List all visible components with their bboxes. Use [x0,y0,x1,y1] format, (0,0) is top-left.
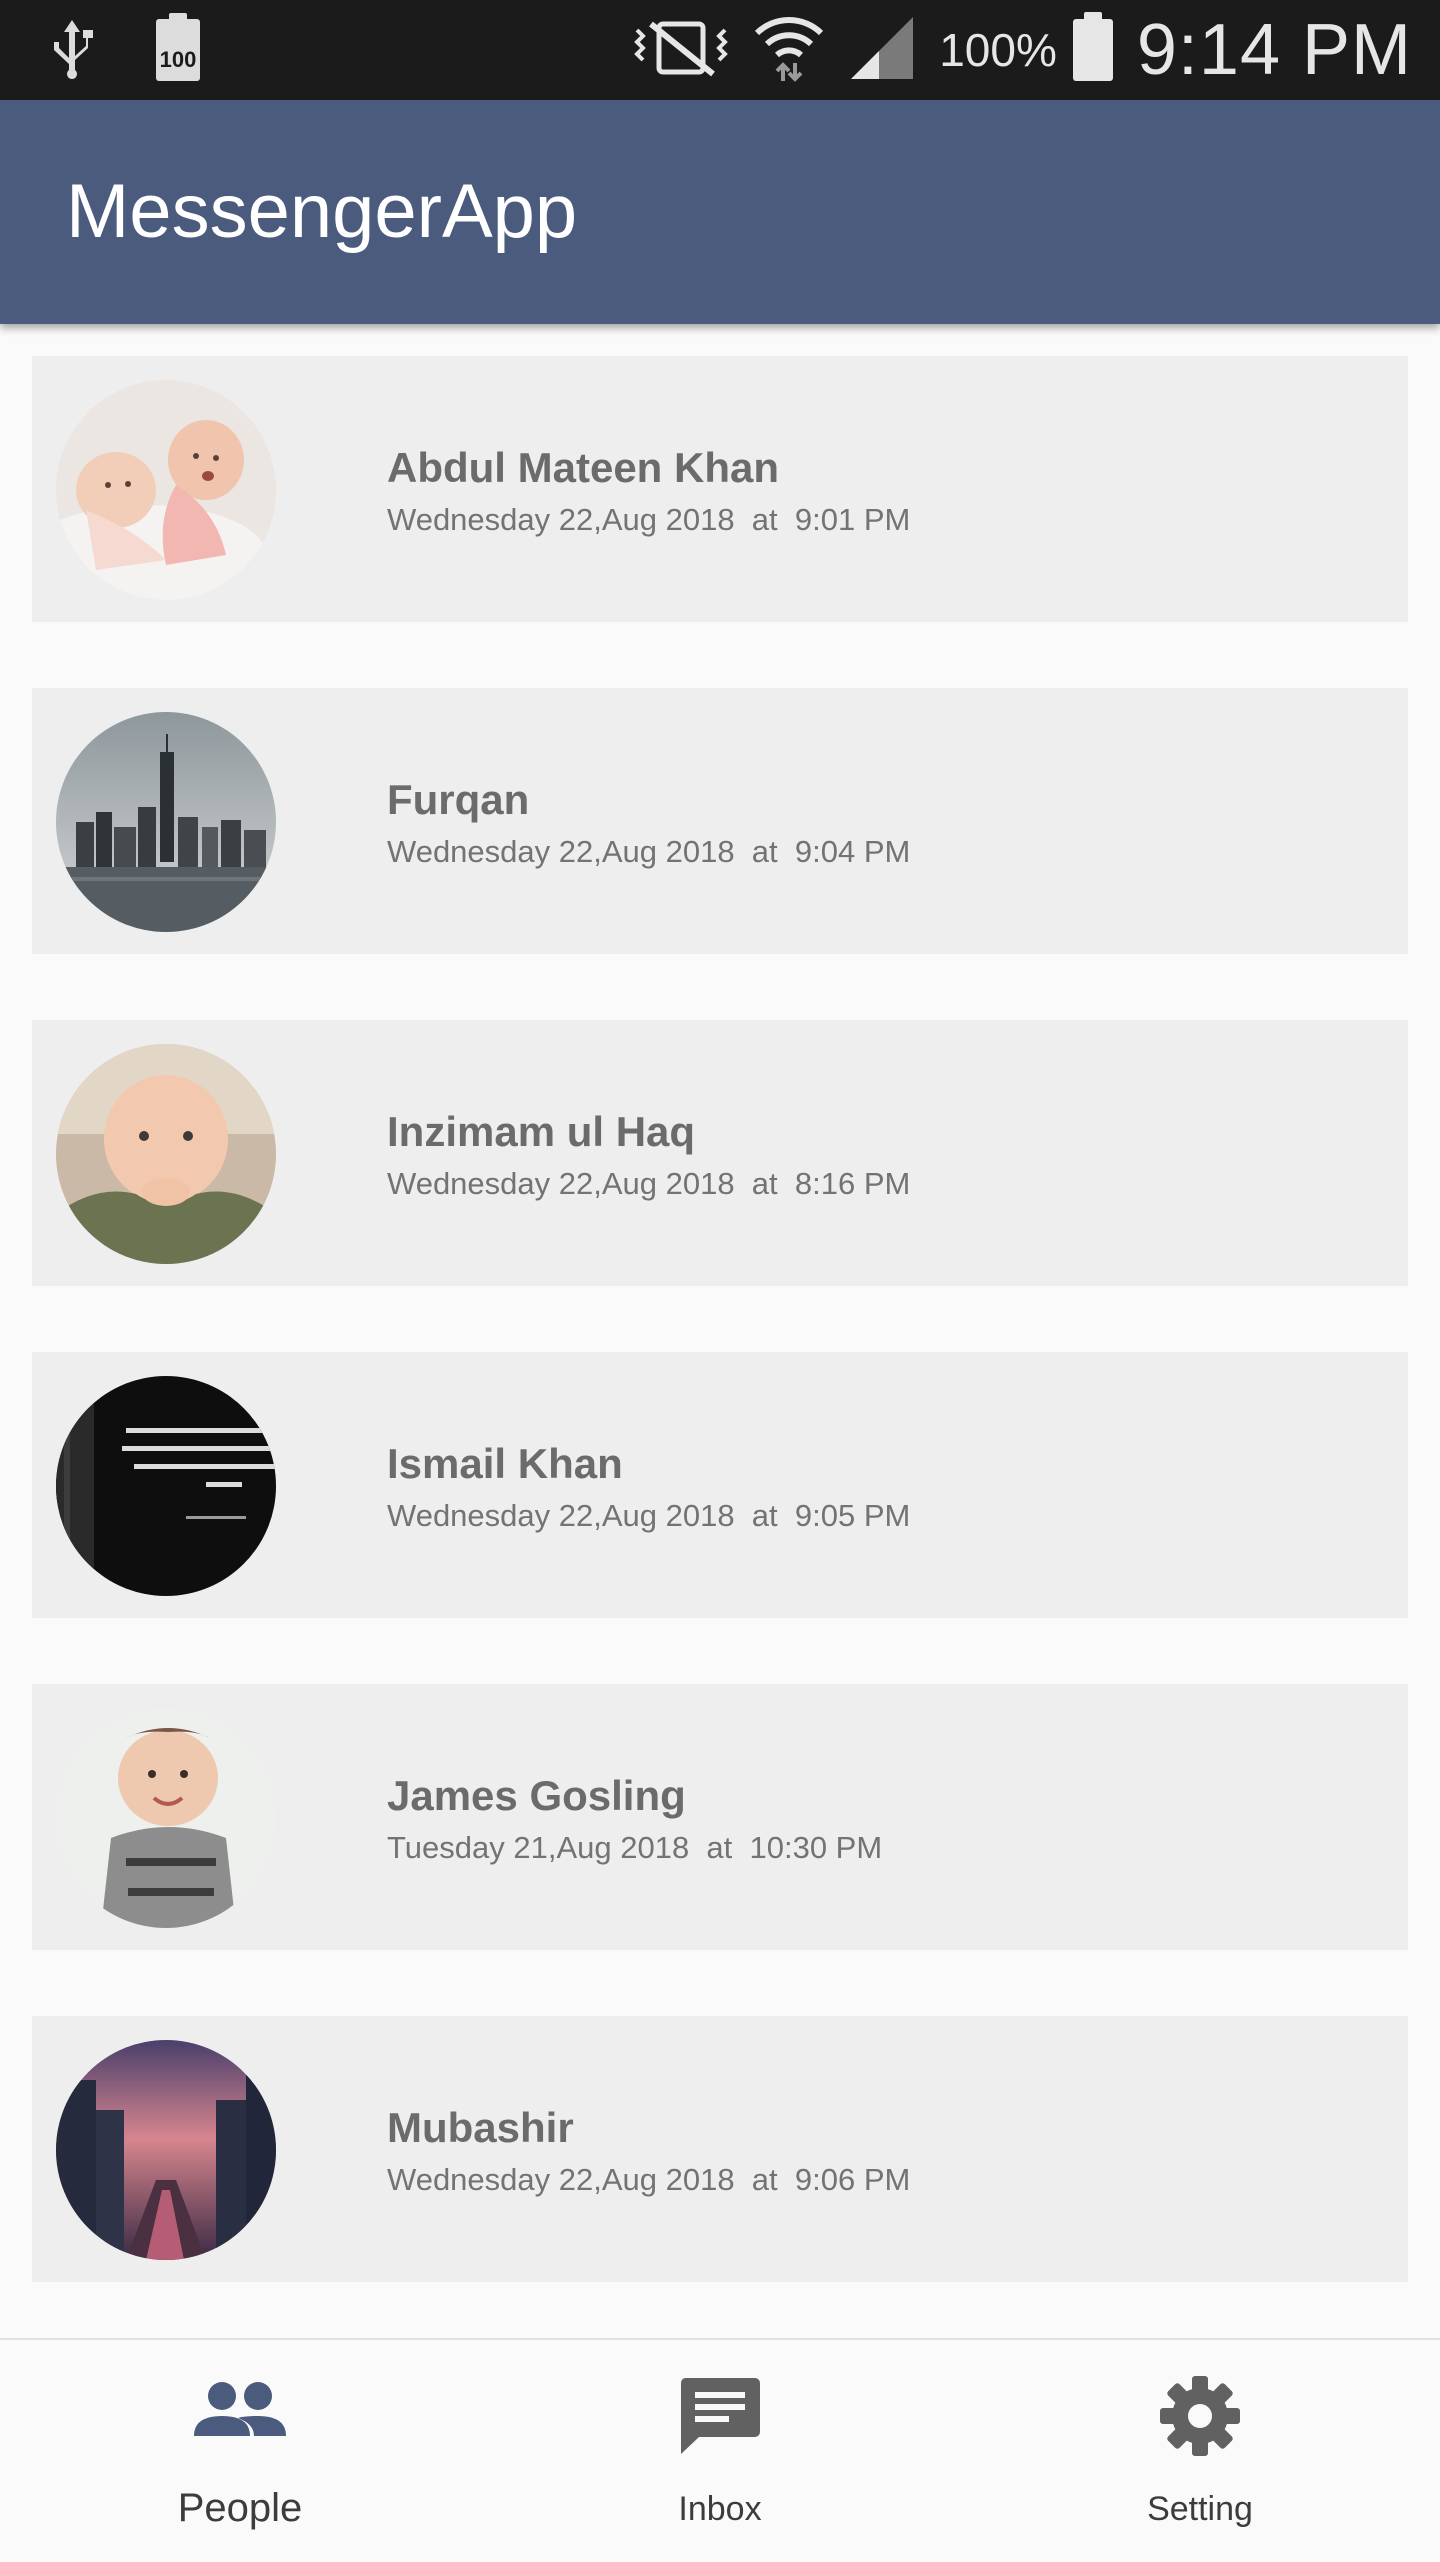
people-icon [192,2374,288,2459]
conversation-item[interactable]: Inzimam ul Haq Wednesday 22,Aug 2018 at … [32,1020,1408,1286]
contact-name: Inzimam ul Haq [387,1108,696,1155]
avatar [56,1708,276,1928]
vibrate-mute-icon [633,18,729,83]
message-icon [677,2374,763,2465]
avatar [56,380,276,600]
conversation-item[interactable]: Abdul Mateen Khan Wednesday 22,Aug 2018 … [32,356,1408,622]
wifi-icon [753,13,825,88]
message-timestamp: Wednesday 22,Aug 2018 at 8:16 PM [387,1166,911,1201]
message-timestamp: Wednesday 22,Aug 2018 at 9:01 PM [387,502,911,537]
message-timestamp: Tuesday 21,Aug 2018 at 10:30 PM [387,1830,883,1865]
nav-label: Setting [1147,2490,1253,2528]
nav-label: People [177,2486,303,2530]
status-bar: 100 100% 9:14 PM [0,0,1440,100]
cell-signal-icon [849,15,915,86]
avatar [56,2040,276,2260]
conversation-item[interactable]: James Gosling Tuesday 21,Aug 2018 at 10:… [32,1684,1408,1950]
avatar [56,1376,276,1596]
contact-name: Abdul Mateen Khan [387,444,780,491]
message-timestamp: Wednesday 22,Aug 2018 at 9:06 PM [387,2162,911,2197]
contact-name: Furqan [387,776,530,823]
conversation-item[interactable]: Ismail Khan Wednesday 22,Aug 2018 at 9:0… [32,1352,1408,1618]
app-title: MessengerApp [66,169,578,254]
battery-saver-icon: 100 [156,13,200,81]
contact-name: Ismail Khan [387,1440,623,1487]
conversation-item[interactable]: Mubashir Wednesday 22,Aug 2018 at 9:06 P… [32,2016,1408,2282]
nav-people[interactable]: People [0,2340,480,2562]
message-timestamp: Wednesday 22,Aug 2018 at 9:05 PM [387,1498,911,1533]
avatar [56,712,276,932]
nav-label: Inbox [678,2490,762,2528]
avatar [56,1044,276,1264]
contact-name: Mubashir [387,2104,574,2151]
gear-icon [1158,2374,1242,2463]
battery-percent: 100% [939,24,1057,76]
battery-icon [1072,12,1113,81]
nav-setting[interactable]: Setting [960,2340,1440,2562]
bottom-navigation: People Inbox Setting [0,2338,1440,2560]
clock: 9:14 PM [1136,10,1412,90]
nav-inbox[interactable]: Inbox [480,2340,960,2562]
message-timestamp: Wednesday 22,Aug 2018 at 9:04 PM [387,834,911,869]
usb-icon [50,16,94,85]
app-bar: MessengerApp [0,100,1440,324]
contact-name: James Gosling [387,1772,686,1819]
conversation-item[interactable]: Furqan Wednesday 22,Aug 2018 at 9:04 PM [32,688,1408,954]
